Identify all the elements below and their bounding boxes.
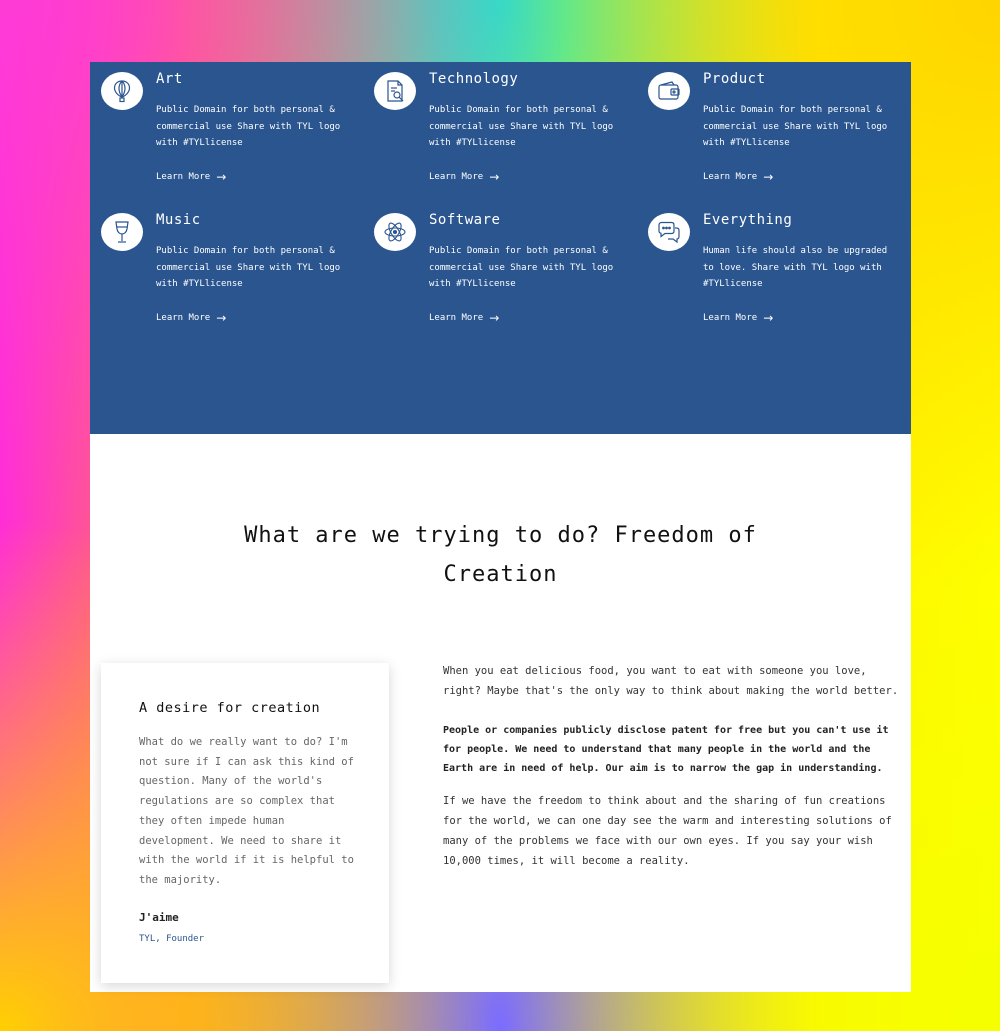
paragraph-3: If we have the freedom to think about an… — [443, 795, 892, 867]
learn-more-link-software[interactable]: Learn More → — [429, 311, 499, 325]
card-title: A desire for creation — [139, 700, 321, 716]
feature-title: Technology — [429, 71, 519, 87]
wallet-icon — [648, 72, 690, 110]
arrow-right-icon: → — [763, 170, 774, 184]
learn-more-link-everything[interactable]: Learn More → — [703, 311, 773, 325]
learn-more-link-technology[interactable]: Learn More → — [429, 170, 499, 184]
quote-card: A desire for creation What do we really … — [101, 663, 389, 983]
arrow-right-icon: → — [489, 170, 500, 184]
learn-more-label: Learn More — [156, 172, 211, 182]
heading-line-2: Creation — [443, 562, 558, 587]
feature-product: Product Public Domain for both personal … — [637, 62, 897, 192]
arrow-right-icon: → — [216, 311, 227, 325]
feature-description: Human life should also be upgraded to lo… — [703, 246, 888, 289]
feature-software: Software Public Domain for both personal… — [363, 203, 623, 333]
arrow-right-icon: → — [216, 170, 227, 184]
card-body: What do we really want to do? I'm not su… — [139, 736, 354, 886]
feature-art: Art Public Domain for both personal & co… — [90, 62, 350, 192]
feature-description: Public Domain for both personal & commer… — [429, 246, 614, 289]
learn-more-link-product[interactable]: Learn More → — [703, 170, 773, 184]
arrow-right-icon: → — [763, 311, 774, 325]
learn-more-label: Learn More — [429, 172, 484, 182]
feature-title: Music — [156, 212, 201, 228]
feature-description: Public Domain for both personal & commer… — [703, 105, 888, 148]
feature-description: Public Domain for both personal & commer… — [156, 105, 341, 148]
section-heading: What are we trying to do? Freedom of Cre… — [90, 516, 911, 594]
learn-more-label: Learn More — [429, 313, 484, 323]
learn-more-link-art[interactable]: Learn More → — [156, 170, 226, 184]
card-role: TYL, Founder — [139, 934, 205, 944]
feature-music: Music Public Domain for both personal & … — [90, 203, 350, 333]
balloon-icon — [101, 72, 143, 110]
feature-description: Public Domain for both personal & commer… — [429, 105, 614, 148]
feature-title: Product — [703, 71, 766, 87]
card-author: J'aime — [139, 911, 179, 924]
paragraph-1: When you eat delicious food, you want to… — [443, 665, 899, 697]
document-search-icon — [374, 72, 416, 110]
page-container: Art Public Domain for both personal & co… — [90, 62, 911, 992]
arrow-right-icon: → — [489, 311, 500, 325]
feature-everything: Everything Human life should also be upg… — [637, 203, 897, 333]
learn-more-label: Learn More — [703, 313, 758, 323]
feature-description: Public Domain for both personal & commer… — [156, 246, 341, 289]
learn-more-label: Learn More — [703, 172, 758, 182]
learn-more-link-music[interactable]: Learn More → — [156, 311, 226, 325]
heading-line-1: What are we trying to do? Freedom of — [244, 523, 757, 548]
learn-more-label: Learn More — [156, 313, 211, 323]
feature-title: Software — [429, 212, 501, 228]
paragraph-2-bold: People or companies publicly disclose pa… — [443, 725, 889, 775]
content-column: When you eat delicious food, you want to… — [443, 662, 903, 871]
features-section: Art Public Domain for both personal & co… — [90, 62, 911, 434]
atom-icon — [374, 213, 416, 251]
feature-technology: Technology Public Domain for both person… — [363, 62, 623, 192]
chat-bubbles-icon — [648, 213, 690, 251]
wine-glass-icon — [101, 213, 143, 251]
feature-title: Everything — [703, 212, 793, 228]
feature-title: Art — [156, 71, 183, 87]
